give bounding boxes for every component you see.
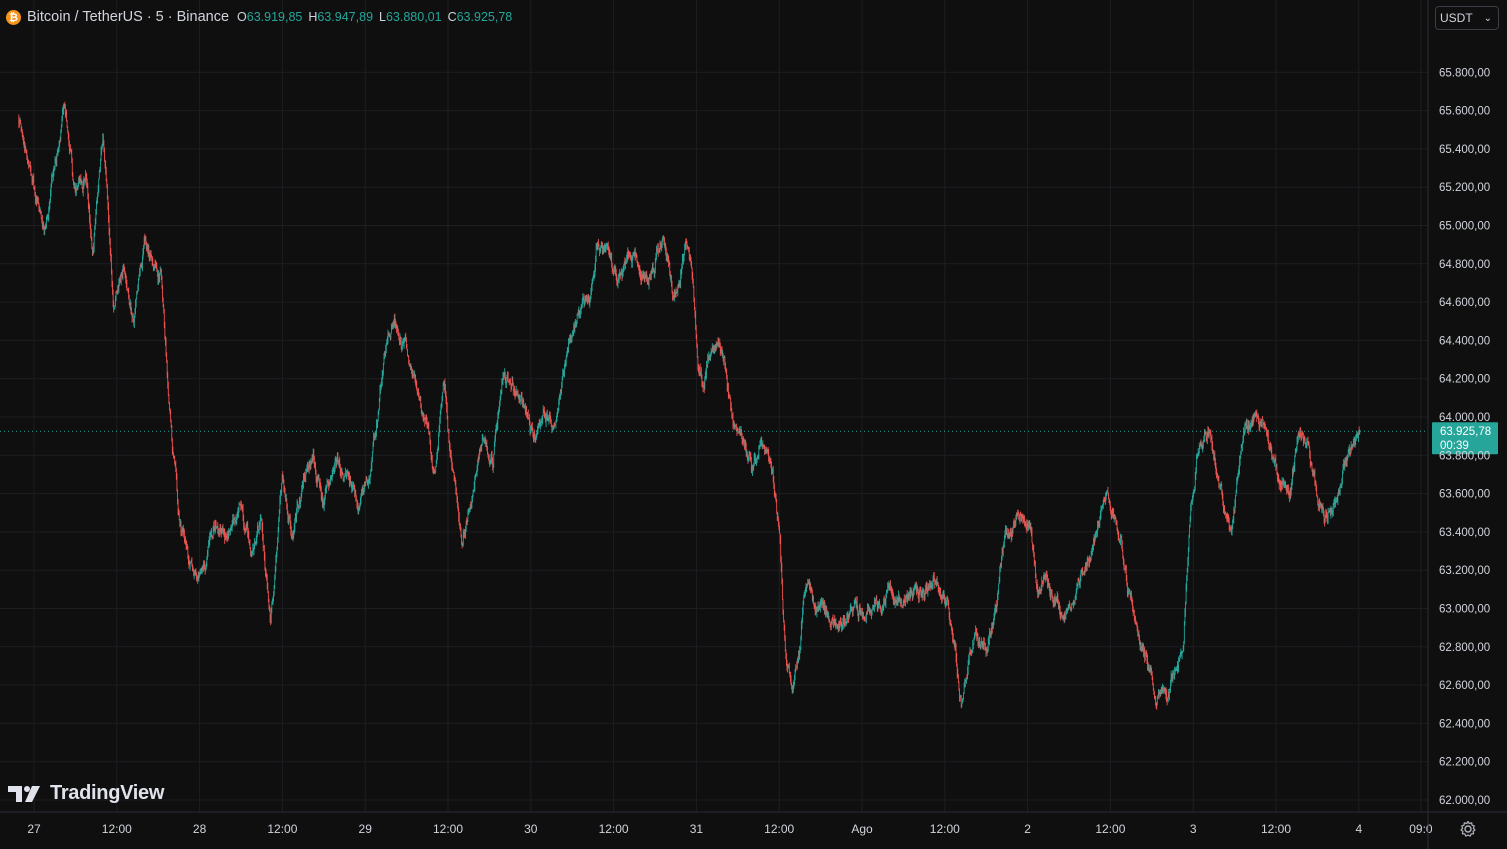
x-tick-label: 27	[27, 822, 41, 836]
y-tick-label: 65.800,00	[1439, 67, 1490, 79]
x-tick-label: 12:00	[433, 822, 463, 836]
chevron-down-icon: ⌄	[1483, 12, 1492, 24]
ohlc-close: C63.925,78	[447, 10, 513, 24]
bitcoin-icon[interactable]: ₿	[6, 9, 21, 25]
y-tick-label: 62.600,00	[1439, 680, 1490, 692]
x-tick-label: 3	[1190, 822, 1197, 836]
y-tick-label: 65.000,00	[1439, 221, 1490, 233]
last-price-value: 63.925,78	[1440, 426, 1491, 438]
y-tick-label: 65.200,00	[1439, 182, 1490, 194]
y-tick-label: 62.400,00	[1439, 718, 1490, 730]
y-tick-label: 63.800,00	[1439, 450, 1490, 462]
y-tick-label: 62.200,00	[1439, 757, 1490, 769]
y-tick-label: 64.400,00	[1439, 335, 1490, 347]
y-tick-label: 64.200,00	[1439, 374, 1490, 386]
symbol-legend: ₿ Bitcoin / TetherUS · 5 · Binance O63.9…	[6, 9, 518, 25]
y-tick-label: 63.400,00	[1439, 527, 1490, 539]
x-tick-label: 30	[524, 822, 538, 836]
x-tick-label: 12:00	[1095, 822, 1125, 836]
x-tick-label: 12:00	[1261, 822, 1291, 836]
x-tick-label: 12:00	[599, 822, 629, 836]
price-chart[interactable]: 63.925,7800:39 62.000,00 62.200,00 62.400,…	[0, 0, 1507, 849]
currency-label: USDT	[1440, 11, 1473, 25]
y-tick-label: 64.800,00	[1439, 259, 1490, 271]
y-tick-label: 65.400,00	[1439, 144, 1490, 156]
x-tick-label: 2	[1024, 822, 1031, 836]
y-tick-label: 64.000,00	[1439, 412, 1490, 424]
y-tick-label: 63.000,00	[1439, 604, 1490, 616]
x-tick-label: 31	[690, 822, 704, 836]
candles	[18, 101, 1361, 710]
chart-root: 63.925,78 00:39 62.000,00 62.200,00 62.400,…	[0, 0, 1507, 849]
y-tick-label: 63.200,00	[1439, 565, 1490, 577]
x-tick-label: 28	[193, 822, 207, 836]
x-tick-label: 12:00	[267, 822, 297, 836]
x-tick-label: Ago	[851, 822, 873, 836]
tradingview-logo[interactable]: TradingView	[8, 782, 164, 805]
x-tick-label: 4	[1355, 822, 1362, 836]
y-tick-label: 65.600,00	[1439, 106, 1490, 118]
ohlc-open: O63.919,85	[237, 10, 303, 24]
axes: 62.000,00 62.200,00 62.400,00 62.600,00 62.8…	[0, 0, 1507, 849]
x-tick-label: 12:00	[102, 822, 132, 836]
tradingview-logo-icon	[8, 785, 40, 802]
x-tick-label: 09:0	[1409, 822, 1433, 836]
x-tick-label: 29	[359, 822, 373, 836]
gear-icon[interactable]	[1459, 820, 1477, 838]
last-price-line: 63.925,7800:39	[0, 422, 1498, 455]
y-tick-label: 62.000,00	[1439, 795, 1490, 807]
symbol-title[interactable]: Bitcoin / TetherUS · 5 · Binance	[27, 9, 229, 25]
y-tick-label: 64.600,00	[1439, 297, 1490, 309]
ohlc-low: L63.880,01	[379, 10, 442, 24]
x-tick-label: 12:00	[930, 822, 960, 836]
y-tick-label: 63.600,00	[1439, 489, 1490, 501]
grid-lines	[0, 0, 1428, 812]
ohlc-high: H63.947,89	[308, 10, 374, 24]
y-tick-label: 62.800,00	[1439, 642, 1490, 654]
currency-select[interactable]: USDT ⌄	[1435, 6, 1499, 30]
x-tick-label: 12:00	[764, 822, 794, 836]
tradingview-logo-text: TradingView	[50, 782, 165, 804]
